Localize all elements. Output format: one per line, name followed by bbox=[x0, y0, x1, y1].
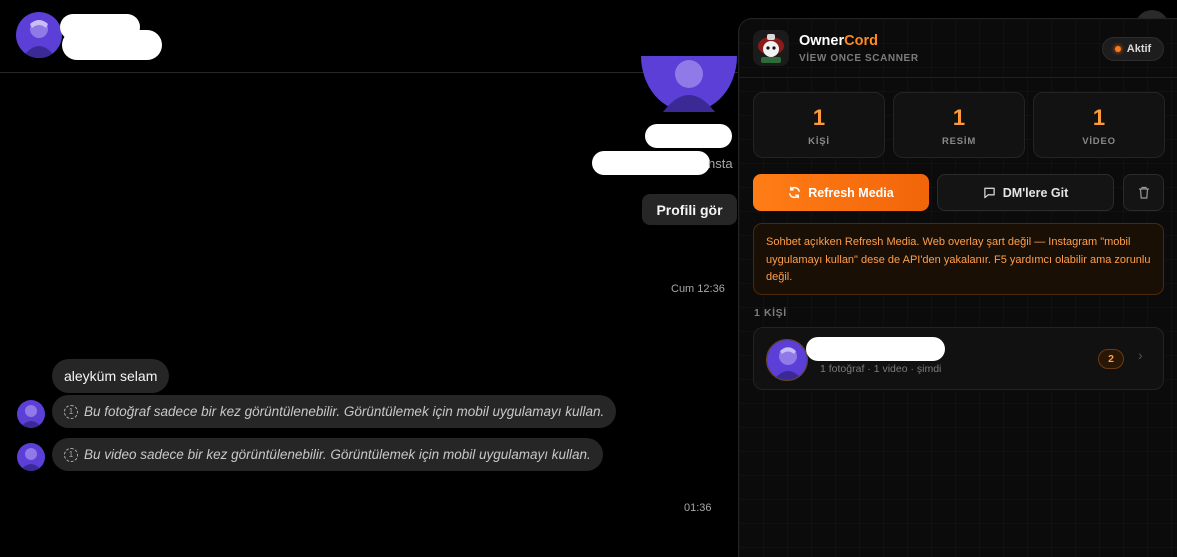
message-text: aleyküm selam bbox=[64, 368, 158, 384]
ownercord-logo-icon bbox=[753, 30, 789, 66]
media-count-badge: 2 bbox=[1098, 349, 1124, 369]
stat-people: 1 KİŞİ bbox=[753, 92, 885, 158]
view-once-video-notice[interactable]: 1 Bu video sadece bir kez görüntülenebil… bbox=[52, 438, 603, 471]
profile-subtext: nsta bbox=[708, 156, 733, 171]
info-notice: Sohbet açıkken Refresh Media. Web overla… bbox=[753, 223, 1164, 295]
redacted-profile-name bbox=[645, 124, 732, 148]
stat-images: 1 RESİM bbox=[893, 92, 1025, 158]
person-meta: 1 fotoğraf · 1 video · şimdi bbox=[820, 363, 942, 375]
message-icon bbox=[983, 187, 995, 199]
person-avatar bbox=[766, 339, 808, 381]
view-profile-button[interactable]: Profili gör bbox=[642, 194, 737, 225]
view-once-icon: 1 bbox=[64, 447, 78, 462]
chevron-right-icon: › bbox=[1138, 347, 1143, 363]
view-once-icon: 1 bbox=[64, 404, 78, 419]
clear-button[interactable] bbox=[1123, 174, 1164, 211]
status-dot-icon bbox=[1114, 46, 1121, 52]
notice-text: Bu fotoğraf sadece bir kez görüntülenebi… bbox=[84, 404, 605, 419]
refresh-media-button[interactable]: Refresh Media bbox=[753, 174, 929, 211]
message-timestamp: 01:36 bbox=[684, 502, 712, 514]
notice-text: Bu video sadece bir kez görüntülenebilir… bbox=[84, 447, 591, 462]
redacted-username-2 bbox=[62, 30, 162, 60]
message-timestamp: Cum 12:36 bbox=[671, 283, 725, 295]
sender-avatar[interactable] bbox=[17, 400, 45, 428]
sender-avatar[interactable] bbox=[17, 443, 45, 471]
redacted-person-name bbox=[806, 337, 945, 361]
chat-header-avatar[interactable] bbox=[16, 12, 62, 58]
view-once-photo-notice[interactable]: 1 Bu fotoğraf sadece bir kez görüntülene… bbox=[52, 395, 617, 428]
brand-title: OwnerCord bbox=[799, 33, 878, 49]
ownercord-panel: OwnerCord VİEW ONCE SCANNER Aktif 1 KİŞİ… bbox=[738, 18, 1177, 557]
stat-videos: 1 VİDEO bbox=[1033, 92, 1165, 158]
people-section-label: 1 KİŞİ bbox=[754, 307, 787, 319]
refresh-icon bbox=[789, 186, 801, 199]
go-to-dms-button[interactable]: DM'lere Git bbox=[937, 174, 1114, 211]
redacted-profile-handle bbox=[592, 151, 710, 175]
status-badge[interactable]: Aktif bbox=[1102, 37, 1164, 61]
message-bubble[interactable]: aleyküm selam bbox=[52, 359, 170, 393]
panel-header: OwnerCord VİEW ONCE SCANNER Aktif bbox=[739, 19, 1177, 78]
brand-subtitle: VİEW ONCE SCANNER bbox=[799, 53, 919, 64]
profile-avatar bbox=[641, 56, 737, 112]
person-card[interactable]: 1 fotoğraf · 1 video · şimdi 2 › bbox=[753, 327, 1164, 390]
trash-icon bbox=[1138, 186, 1149, 199]
